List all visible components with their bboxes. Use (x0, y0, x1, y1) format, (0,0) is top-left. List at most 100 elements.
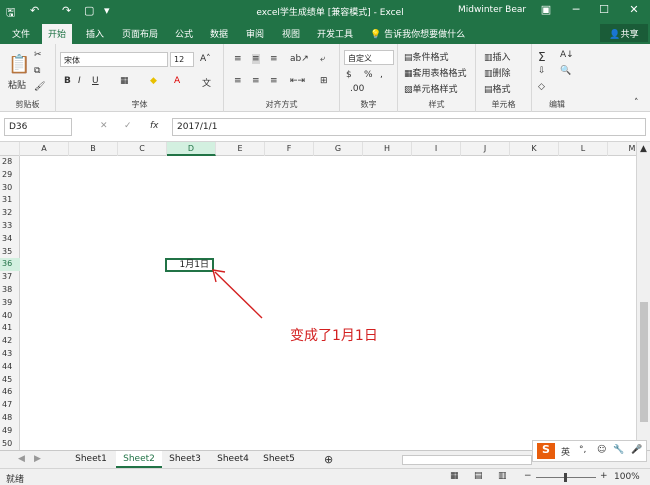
formula-input[interactable]: 2017/1/1 (172, 118, 646, 136)
minimize-button[interactable]: ─ (566, 3, 586, 16)
orientation-icon[interactable]: ab↗ (290, 54, 309, 64)
tab-insert[interactable]: 插入 (86, 27, 104, 40)
save-icon[interactable]: 🖫 (6, 4, 15, 23)
comma-icon[interactable]: , (380, 70, 383, 80)
number-format-select[interactable]: 自定义 (344, 50, 394, 65)
tab-developer[interactable]: 开发工具 (317, 27, 353, 40)
name-box[interactable]: D36 (4, 118, 72, 136)
fill-color-icon[interactable]: ◆ (150, 76, 157, 86)
border-icon[interactable]: ▦ (120, 76, 129, 86)
sheet-tab-4[interactable]: Sheet4 (210, 451, 256, 468)
tab-file[interactable]: 文件 (12, 27, 30, 40)
tab-view[interactable]: 视图 (282, 27, 300, 40)
indent-icon[interactable]: ⇤⇥ (290, 76, 305, 86)
underline-button[interactable]: U (92, 76, 99, 86)
font-size-select[interactable]: 12 (170, 52, 194, 67)
tab-data[interactable]: 数据 (210, 27, 228, 40)
phonetic-icon[interactable]: 文 (202, 76, 211, 89)
cut-icon[interactable]: ✂ (34, 50, 42, 60)
ime-punct-icon[interactable]: °, (579, 445, 586, 455)
merge-icon[interactable]: ⊞ (320, 76, 328, 86)
align-left-icon[interactable]: ≡ (234, 76, 242, 86)
cell-style-icon: ▧ (404, 85, 413, 95)
ime-lang-icon[interactable]: 英 (561, 445, 570, 458)
sort-icon[interactable]: A↓ (560, 50, 574, 60)
tab-formulas[interactable]: 公式 (175, 27, 193, 40)
ime-emoji-icon[interactable]: ☺ (597, 445, 606, 455)
redo-icon[interactable]: ↷ (62, 4, 71, 17)
tab-page-layout[interactable]: 页面布局 (122, 27, 158, 40)
italic-button[interactable]: I (78, 76, 81, 86)
fill-icon[interactable]: ⇩ (538, 66, 546, 76)
clear-icon[interactable]: ◇ (538, 82, 545, 92)
format-cells-label: 格式 (492, 85, 511, 95)
decimal-icon[interactable]: .00 (350, 84, 364, 94)
tell-me-search[interactable]: 💡 告诉我你想要做什么 (370, 27, 465, 40)
normal-view-icon[interactable]: ▦ (450, 471, 459, 481)
currency-icon[interactable]: $ (346, 70, 352, 80)
enter-icon[interactable]: ✓ (124, 121, 132, 131)
grow-font-icon[interactable]: A˄ (200, 54, 211, 64)
sheet-tab-3[interactable]: Sheet3 (162, 451, 208, 468)
paste-button[interactable]: 粘贴 (8, 78, 26, 91)
scroll-thumb[interactable] (640, 302, 648, 422)
format-painter-icon[interactable]: 🖌 (34, 82, 45, 92)
delete-cells-button[interactable]: ▥删除 (484, 66, 511, 79)
function-icon[interactable]: fx (150, 121, 159, 131)
font-name-select[interactable]: 宋体 (60, 52, 168, 67)
wrap-text-icon[interactable]: ⤶ (320, 54, 325, 64)
user-name[interactable]: Midwinter Bear (458, 5, 526, 15)
zoom-slider-thumb[interactable] (564, 473, 567, 482)
align-center-icon[interactable]: ≡ (252, 76, 260, 86)
format-cells-button[interactable]: ▤格式 (484, 82, 511, 95)
find-icon[interactable]: 🔍 (560, 66, 571, 76)
align-middle-icon[interactable]: ≡ (252, 54, 260, 64)
zoom-out-icon[interactable]: − (524, 471, 532, 481)
page-break-view-icon[interactable]: ▥ (498, 471, 507, 481)
ime-logo[interactable]: S (537, 443, 555, 459)
paste-icon[interactable]: 📋 (8, 54, 30, 75)
align-right-icon[interactable]: ≡ (270, 76, 278, 86)
percent-icon[interactable]: % (364, 70, 373, 80)
align-top-icon[interactable]: ≡ (234, 54, 242, 64)
copy-icon[interactable]: ⧉ (34, 66, 40, 76)
page-layout-view-icon[interactable]: ▤ (474, 471, 483, 481)
horizontal-scrollbar[interactable] (402, 455, 532, 465)
ime-voice-icon[interactable]: 🎤 (631, 445, 642, 455)
tab-home[interactable]: 开始 (42, 24, 73, 44)
sheet-tab-2[interactable]: Sheet2 (116, 451, 162, 468)
vertical-scrollbar[interactable]: ▲ (636, 142, 650, 450)
ribbon: 📋 粘贴 ✂ ⧉ 🖌 剪贴板 宋体 12 A˄ B I U ▦ ◆ A 文 字体… (0, 44, 650, 112)
annotation-text: 变成了1月1日 (290, 328, 378, 344)
align-bottom-icon[interactable]: ≡ (270, 54, 278, 64)
ribbon-display-icon[interactable]: ▣ (536, 3, 556, 16)
sheet-tab-5[interactable]: Sheet5 (256, 451, 302, 468)
share-button[interactable]: 👤共享 (600, 24, 648, 42)
new-file-icon[interactable]: ▢ (84, 4, 94, 17)
tab-review[interactable]: 审阅 (246, 27, 264, 40)
cancel-icon[interactable]: ✕ (100, 121, 108, 131)
close-button[interactable]: ✕ (624, 3, 644, 16)
zoom-level[interactable]: 100% (614, 472, 640, 482)
maximize-button[interactable]: ☐ (594, 3, 614, 16)
next-sheet-icon[interactable]: ▶ (34, 454, 41, 464)
sheet-tab-1[interactable]: Sheet1 (68, 451, 114, 468)
conditional-format-button[interactable]: ▤条件格式 (404, 50, 449, 63)
clipboard-label: 剪贴板 (15, 100, 40, 109)
font-color-icon[interactable]: A (174, 76, 180, 86)
undo-icon[interactable]: ↶ (30, 4, 39, 17)
prev-sheet-icon[interactable]: ◀ (18, 454, 25, 464)
ime-skin-icon[interactable]: 🔧 (613, 445, 624, 455)
customize-icon[interactable]: ▾ (104, 4, 110, 17)
add-sheet-icon[interactable]: ⊕ (324, 453, 333, 466)
insert-cells-icon: ▥ (484, 53, 493, 63)
table-format-button[interactable]: ▦套用表格格式 (404, 66, 467, 79)
worksheet-grid[interactable]: ABCDEFGHIJKLMNO 282930313233343536373839… (0, 142, 636, 450)
zoom-in-icon[interactable]: + (600, 471, 608, 481)
cell-style-button[interactable]: ▧单元格样式 (404, 82, 458, 95)
collapse-ribbon-icon[interactable]: ˄ (634, 98, 639, 108)
bold-button[interactable]: B (64, 76, 71, 86)
scroll-up-icon[interactable]: ▲ (640, 144, 647, 154)
insert-cells-button[interactable]: ▥插入 (484, 50, 511, 63)
autosum-icon[interactable]: Σ (538, 50, 546, 64)
